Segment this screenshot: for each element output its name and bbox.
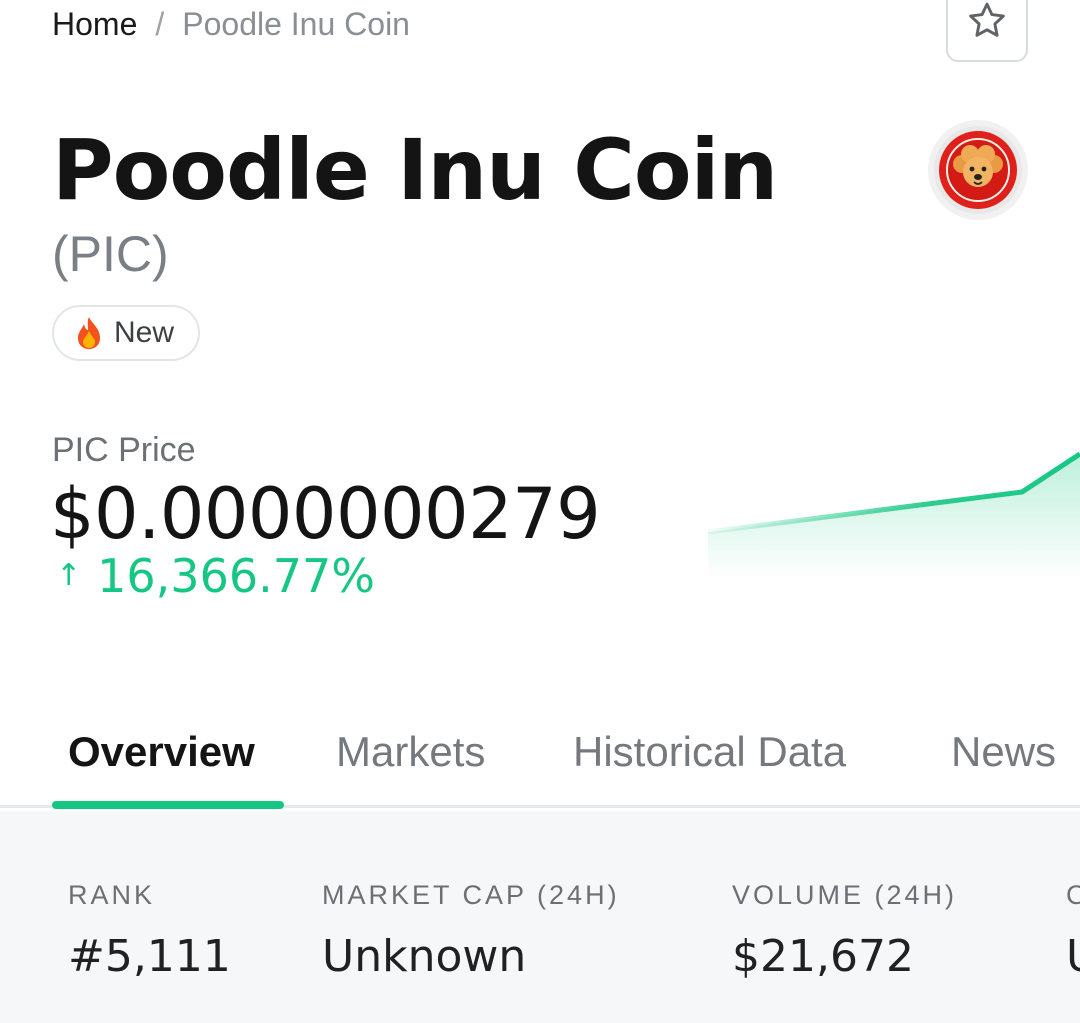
price-value: $0.0000000279 (50, 473, 601, 555)
arrow-up-icon: ↑ (56, 558, 82, 593)
price-change: ↑ 16,366.77% (56, 548, 375, 604)
star-icon (969, 2, 1005, 37)
stat-value: $21,672 (732, 931, 914, 982)
coin-symbol: (PIC) (52, 226, 169, 282)
tab-historical-data[interactable]: Historical Data (573, 722, 846, 782)
stat-label: C (1066, 880, 1080, 910)
breadcrumb-home-link[interactable]: Home (52, 4, 137, 44)
tab-news[interactable]: News (951, 722, 1056, 782)
breadcrumb-separator: / (155, 6, 165, 42)
tab-markets[interactable]: Markets (336, 722, 485, 782)
breadcrumb: Home / Poodle Inu Coin (52, 4, 410, 44)
stat-volume: VOLUME (24H) $21,672 (732, 877, 957, 983)
stat-label: MARKET CAP (24H) (322, 880, 620, 910)
tab-overview[interactable]: Overview (68, 722, 255, 782)
stat-label: RANK (68, 880, 156, 910)
coin-page: Home / Poodle Inu Coin Poodle Inu Coin (… (0, 0, 1080, 1023)
stat-value: Unknown (322, 931, 527, 982)
new-badge-label: New (114, 316, 175, 349)
breadcrumb-current: Poodle Inu Coin (182, 6, 410, 42)
active-tab-indicator (52, 801, 284, 809)
stats-panel: RANK #5,111 MARKET CAP (24H) Unknown VOL… (0, 811, 1080, 1023)
new-badge[interactable]: New (52, 305, 200, 361)
stat-value: #5,111 (68, 931, 231, 982)
poodle-logo-icon (934, 126, 1022, 214)
stat-value: U (1066, 931, 1080, 983)
tab-bar: Overview Markets Historical Data News (0, 712, 1080, 809)
price-label: PIC Price (52, 431, 196, 469)
stat-market-cap: MARKET CAP (24H) Unknown (322, 877, 620, 983)
coin-logo (928, 120, 1028, 220)
stat-label: VOLUME (24H) (732, 880, 958, 910)
stat-rank: RANK #5,111 (68, 877, 231, 983)
stat-partial: C U (1066, 877, 1080, 983)
price-sparkline (707, 451, 1080, 580)
fire-icon (78, 317, 100, 349)
price-change-value: 16,366.77% (97, 549, 375, 603)
page-title: Poodle Inu Coin (52, 121, 778, 219)
watchlist-star-button[interactable] (946, 0, 1028, 62)
